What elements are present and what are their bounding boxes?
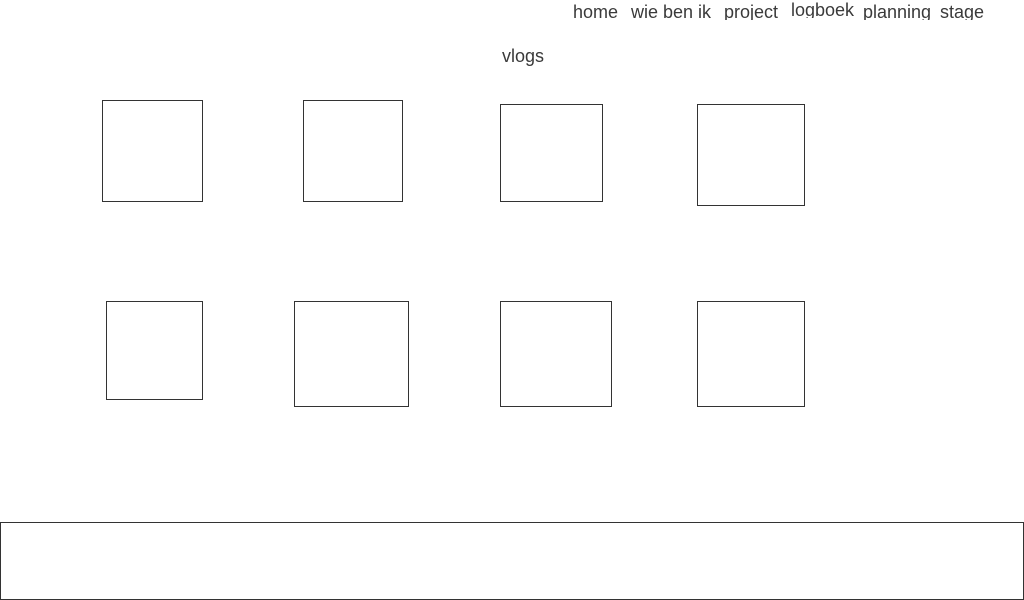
vlog-thumbnail-7[interactable]: [500, 301, 612, 407]
page: home wie ben ik project logboek planning…: [0, 0, 1024, 600]
vlog-thumbnail-4[interactable]: [697, 104, 805, 206]
nav-link-wie-ben-ik[interactable]: wie ben ik: [631, 0, 711, 20]
vlog-thumbnail-2[interactable]: [303, 100, 403, 202]
vlog-thumbnail-5[interactable]: [106, 301, 203, 400]
page-title: vlogs: [502, 46, 545, 66]
footer: [0, 522, 1024, 600]
nav-link-project[interactable]: project: [724, 0, 778, 20]
vlog-thumbnail-1[interactable]: [102, 100, 203, 202]
nav-link-logboek[interactable]: logboek: [791, 0, 854, 18]
vlog-thumbnail-8[interactable]: [697, 301, 805, 407]
vlog-thumbnail-3[interactable]: [500, 104, 603, 202]
nav-link-home[interactable]: home: [573, 0, 618, 20]
nav-link-stage[interactable]: stage: [940, 0, 984, 20]
nav-link-planning[interactable]: planning: [863, 0, 931, 20]
vlog-thumbnail-6[interactable]: [294, 301, 409, 407]
